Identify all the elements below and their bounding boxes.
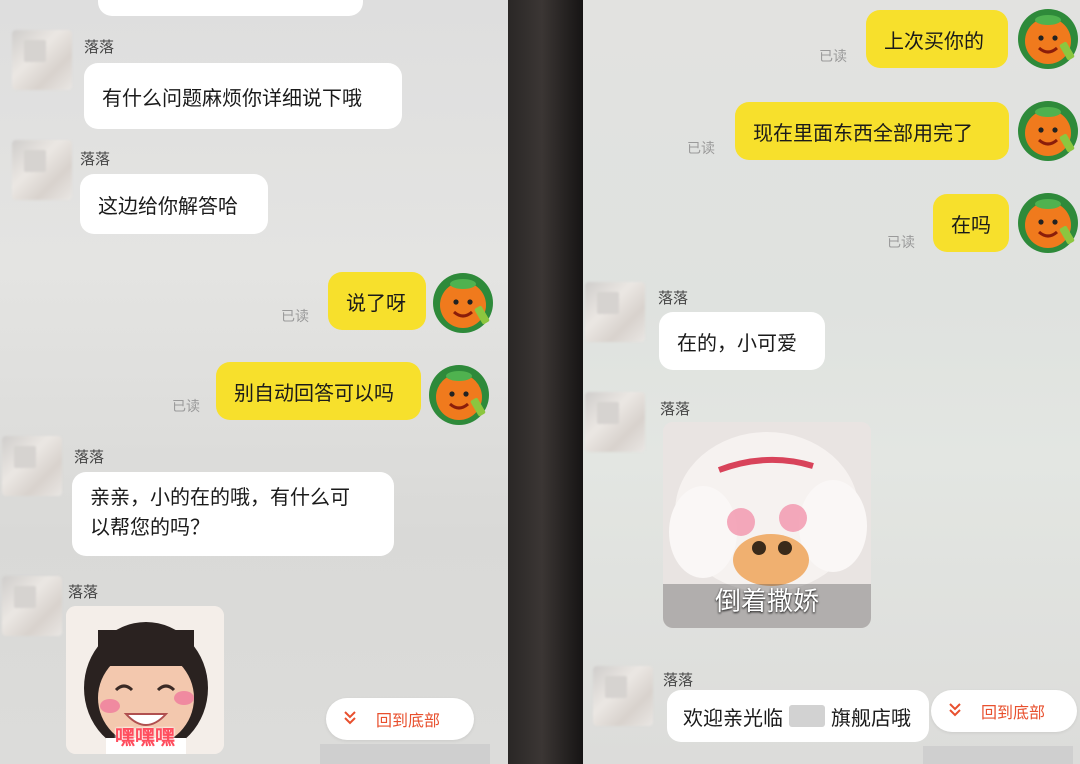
- sender-name: 落落: [74, 448, 105, 466]
- read-receipt: 已读: [172, 399, 200, 415]
- sticker-caption: 倒着撒娇: [714, 587, 819, 617]
- sender-name: 落落: [80, 150, 111, 168]
- sticker-caption: 嘿嘿嘿: [115, 725, 175, 749]
- message-bubble-cut: [98, 0, 363, 16]
- message-bubble: 有什么问题麻烦你详细说下哦: [84, 63, 402, 129]
- sender-name: 落落: [663, 671, 694, 689]
- message-bubble-outgoing: 说了呀: [328, 272, 426, 330]
- sender-name: 落落: [660, 400, 691, 418]
- sender-name: 落落: [68, 583, 99, 601]
- shop-avatar: [585, 392, 645, 452]
- chat-screen-right: 已读 上次买你的 已读 现在里面东西全部用完了 已读 在吗 落落 在的，小可爱 …: [583, 0, 1080, 764]
- message-text-line: 以帮您的吗？: [90, 515, 210, 539]
- sticker-image[interactable]: 倒着撒娇: [663, 422, 871, 628]
- shop-avatar: [593, 666, 653, 726]
- shop-avatar: [12, 140, 72, 200]
- message-bubble-outgoing: 别自动回答可以吗: [216, 362, 421, 420]
- message-text-before: 欢迎亲光临: [683, 705, 783, 730]
- orange-mascot-icon[interactable]: [432, 272, 494, 334]
- read-receipt: 已读: [819, 49, 847, 65]
- chevron-double-down-icon: [342, 709, 362, 730]
- chevron-double-down-icon: [947, 701, 967, 722]
- back-to-bottom-button[interactable]: 回到底部: [326, 698, 474, 740]
- back-to-bottom-label: 回到底部: [981, 703, 1046, 722]
- orange-mascot-icon[interactable]: [428, 364, 490, 426]
- redacted-shop-name: [789, 705, 825, 727]
- sender-name: 落落: [658, 289, 689, 307]
- message-text-after: 旗舰店哦: [831, 705, 911, 730]
- shop-avatar: [2, 576, 62, 636]
- phone-gap: [508, 0, 583, 764]
- message-bubble-outgoing: 在吗: [933, 194, 1009, 252]
- sticker-image[interactable]: 嘿嘿嘿: [66, 606, 224, 754]
- sender-name: 落落: [84, 38, 115, 56]
- shop-avatar: [2, 436, 62, 496]
- back-to-bottom-button[interactable]: 回到底部: [931, 690, 1077, 732]
- orange-mascot-icon[interactable]: [1017, 192, 1079, 254]
- input-bar-edge: [320, 744, 490, 764]
- orange-mascot-icon[interactable]: [1017, 100, 1079, 162]
- back-to-bottom-label: 回到底部: [376, 711, 441, 730]
- input-bar-edge: [923, 746, 1073, 764]
- message-bubble: 亲亲，小的在的哦，有什么可 以帮您的吗？: [72, 472, 394, 556]
- message-bubble: 这边给你解答哈: [80, 174, 268, 234]
- message-text-line: 亲亲，小的在的哦，有什么可: [90, 485, 350, 509]
- orange-mascot-icon[interactable]: [1017, 8, 1079, 70]
- shop-avatar: [585, 282, 645, 342]
- read-receipt: 已读: [887, 235, 915, 251]
- read-receipt: 已读: [281, 309, 309, 325]
- message-bubble-outgoing: 现在里面东西全部用完了: [735, 102, 1009, 160]
- message-bubble: 在的，小可爱: [659, 312, 825, 370]
- message-bubble: 欢迎亲光临 旗舰店哦: [667, 690, 929, 742]
- chat-screen-left: 落落 有什么问题麻烦你详细说下哦 落落 这边给你解答哈 已读 说了呀 已读 别自…: [0, 0, 508, 764]
- message-bubble-outgoing: 上次买你的: [866, 10, 1008, 68]
- shop-avatar: [12, 30, 72, 90]
- read-receipt: 已读: [687, 141, 715, 157]
